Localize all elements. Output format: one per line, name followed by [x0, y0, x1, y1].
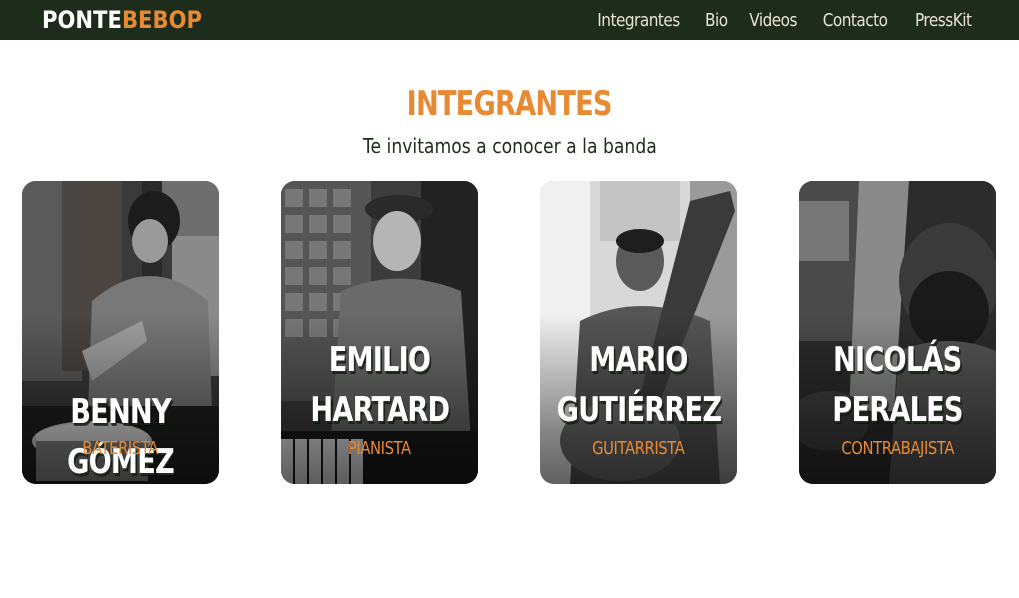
- brand-part-bebop: BEBOP: [121, 6, 203, 34]
- member-role: BATERISTA: [82, 438, 159, 459]
- nav-link-contacto[interactable]: Contacto: [823, 9, 888, 33]
- member-name-line1: [22, 335, 219, 385]
- nav-links: Integrantes Bio Videos Contacto PressKit: [590, 9, 977, 33]
- nav-link-integrantes[interactable]: Integrantes: [597, 9, 680, 33]
- member-card-nicolas[interactable]: NICOLÁS PERALES CONTRABAJISTA: [799, 181, 996, 484]
- nav-link-bio[interactable]: Bio: [705, 9, 728, 33]
- brand-part-ponte: PONTE: [42, 6, 122, 34]
- member-card-benny[interactable]: BENNY GÓMEZ BATERISTA: [22, 181, 219, 484]
- nav-link-videos[interactable]: Videos: [749, 9, 797, 33]
- section-title: INTEGRANTES: [406, 84, 613, 124]
- member-card-mario[interactable]: MARIO GUTIÉRREZ GUITARRISTA: [540, 181, 737, 484]
- nav-link-presskit[interactable]: PressKit: [915, 9, 972, 33]
- member-role: GUITARRISTA: [592, 438, 685, 459]
- member-role: CONTRABAJISTA: [841, 438, 954, 459]
- member-name-line2: BENNY GÓMEZ: [67, 392, 175, 482]
- brand-logo[interactable]: PONTEBEBOP: [42, 5, 202, 35]
- member-name-line1: EMILIO: [328, 340, 431, 380]
- member-name-line2: GUTIÉRREZ: [556, 390, 721, 430]
- member-name-line2: PERALES: [832, 390, 963, 430]
- member-name-line1: MARIO: [589, 340, 688, 380]
- member-card-emilio[interactable]: EMILIO HARTARD PIANISTA: [281, 181, 478, 484]
- member-role: PIANISTA: [348, 438, 411, 459]
- member-name-line2: HARTARD: [310, 390, 450, 430]
- member-name-line1: NICOLÁS: [833, 340, 962, 380]
- section-subtitle: Te invitamos a conocer a la banda: [362, 134, 657, 158]
- navbar: PONTEBEBOP Integrantes Bio Videos Contac…: [0, 0, 1019, 40]
